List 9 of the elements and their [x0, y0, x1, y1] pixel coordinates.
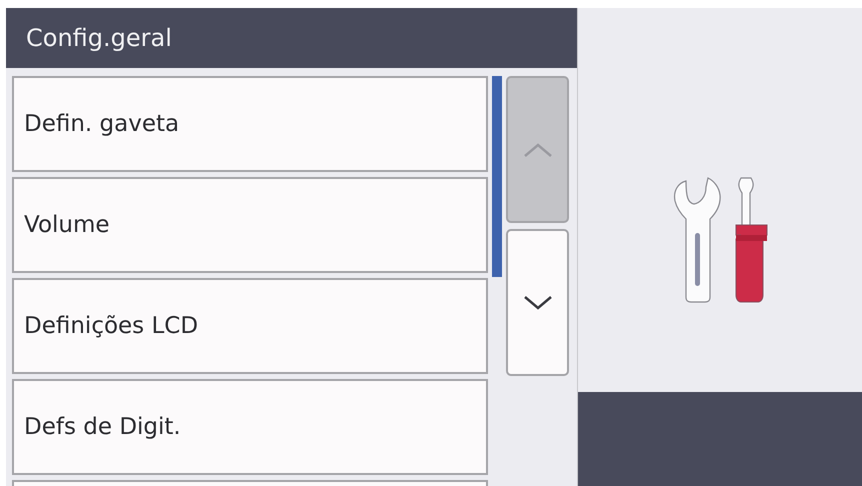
menu-item[interactable]: Defs de Digit.: [12, 379, 488, 475]
scroll-down-button[interactable]: [506, 229, 569, 376]
chevron-down-icon: [522, 294, 552, 310]
wrench-screwdriver-icon: [672, 177, 768, 303]
chevron-up-icon: [522, 142, 552, 158]
menu-item[interactable]: Volume: [12, 177, 488, 273]
menu-item[interactable]: Definições LCD: [12, 278, 488, 374]
screen-title: Config.geral: [26, 24, 172, 52]
menu-item[interactable]: Defin. gaveta: [12, 76, 488, 172]
